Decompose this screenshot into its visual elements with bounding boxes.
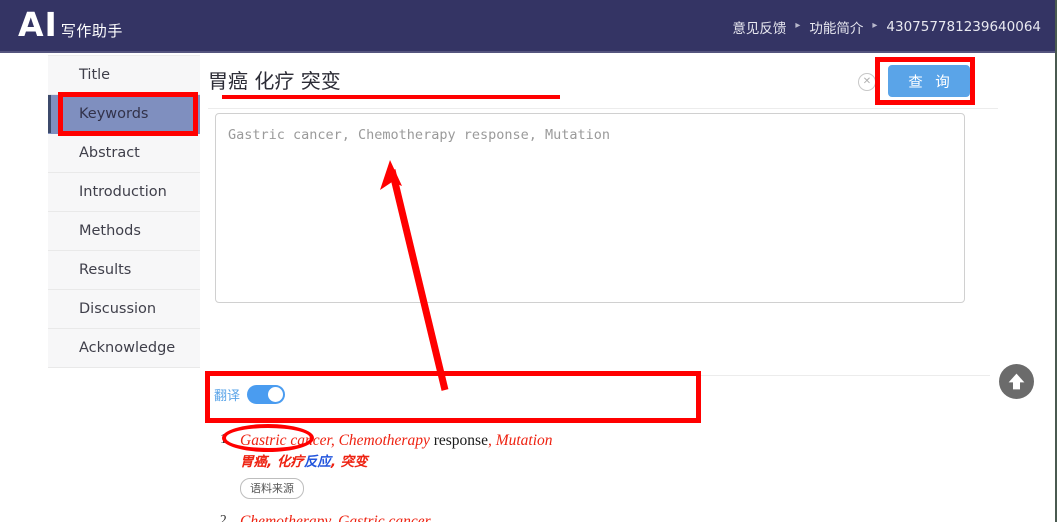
result-2-english: Chemotherapy, Gastric cancer [240, 511, 990, 522]
search-bar: ✕ 查 询 [208, 55, 998, 109]
scroll-to-top-button[interactable] [999, 364, 1034, 399]
app-logo: AI 写作助手 [18, 6, 123, 44]
result-1-term-3: response [429, 432, 488, 449]
sidebar-item-discussion[interactable]: Discussion [48, 290, 200, 329]
main-content: ✕ 查 询 翻译 1. Gastric cancer, Chemotherapy… [208, 55, 998, 522]
translate-toggle[interactable] [247, 385, 286, 404]
section-sidebar: Title Keywords Abstract Introduction Met… [48, 55, 200, 368]
result-1-zh-part-1: 胃癌, 化疗 [240, 454, 304, 470]
sidebar-item-title[interactable]: Title [48, 56, 200, 95]
translate-toggle-row: 翻译 [214, 385, 286, 404]
results-list: 1. Gastric cancer, Chemotherapy response… [214, 430, 990, 522]
result-1-source-tag[interactable]: 语料来源 [240, 478, 304, 499]
result-1-sep-1: , [330, 432, 339, 449]
result-item-1[interactable]: 1. Gastric cancer, Chemotherapy response… [214, 430, 990, 499]
result-item-2[interactable]: 2. Chemotherapy, Gastric cancer 化疗, 胃癌 语… [214, 511, 990, 522]
nav-separator-icon-2: ▸ [872, 20, 878, 31]
arrow-up-icon [1008, 373, 1025, 390]
nav-features-link[interactable]: 功能简介 [809, 17, 863, 37]
result-1-zh-part-2: 反应 [303, 454, 331, 470]
result-1-sep-2: , [487, 432, 496, 449]
header-bottom-border [0, 51, 1055, 53]
result-1-term-4: Mutation [495, 432, 553, 449]
logo-ai-text: AI [18, 5, 58, 44]
result-1-chinese: 胃癌, 化疗反应, 突变 [240, 451, 990, 473]
app-header: AI 写作助手 意见反馈 ▸ 功能简介 ▸ 430757781239640064 [0, 0, 1055, 53]
search-input[interactable] [208, 67, 808, 92]
keywords-textarea[interactable] [215, 113, 965, 303]
sidebar-item-introduction[interactable]: Introduction [48, 173, 200, 212]
result-2-term-1: Chemotherapy [240, 513, 331, 522]
sidebar-item-acknowledge[interactable]: Acknowledge [48, 329, 200, 368]
toggle-knob [268, 387, 284, 402]
sidebar-item-abstract[interactable]: Abstract [48, 134, 200, 173]
result-1-number: 1. [220, 431, 231, 446]
result-1-english: Gastric cancer, Chemotherapy response, M… [240, 430, 990, 451]
account-id[interactable]: 430757781239640064 [886, 19, 1041, 35]
sidebar-item-methods[interactable]: Methods [48, 212, 200, 251]
result-1-term-1: Gastric cancer [240, 432, 331, 449]
logo-subtitle: 写作助手 [60, 22, 123, 40]
nav-feedback-link[interactable]: 意见反馈 [732, 17, 786, 37]
result-1-term-2: Chemotherapy [338, 432, 430, 449]
close-circle-icon[interactable]: ✕ [858, 73, 876, 91]
header-nav: 意见反馈 ▸ 功能简介 ▸ 430757781239640064 [732, 0, 1041, 53]
translate-label: 翻译 [214, 389, 241, 404]
result-2-sep-1: , [330, 513, 339, 522]
result-2-term-2: Gastric cancer [338, 513, 431, 522]
sidebar-item-keywords[interactable]: Keywords [48, 95, 200, 134]
content-divider [214, 375, 990, 376]
sidebar-item-results[interactable]: Results [48, 251, 200, 290]
nav-separator-icon: ▸ [795, 20, 801, 31]
app-root: AI 写作助手 意见反馈 ▸ 功能简介 ▸ 430757781239640064… [0, 0, 1057, 522]
search-button[interactable]: 查 询 [888, 65, 970, 97]
result-2-number: 2. [220, 512, 231, 522]
result-1-zh-part-3: , 突变 [330, 454, 368, 470]
